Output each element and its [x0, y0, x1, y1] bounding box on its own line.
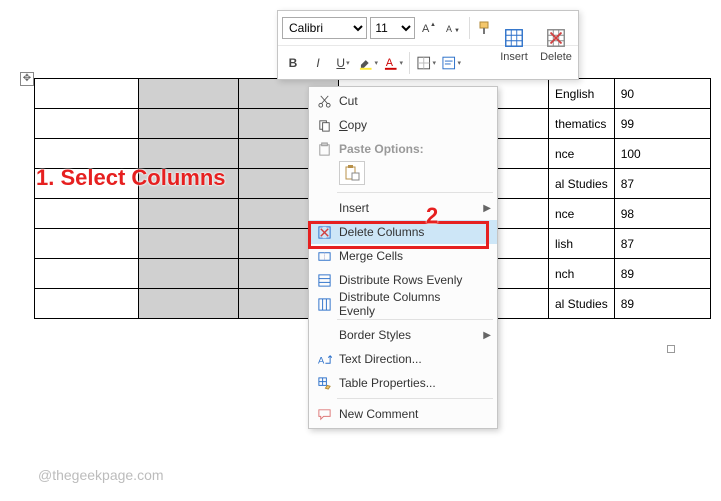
- cell-selected[interactable]: [139, 79, 239, 109]
- delete-columns-icon: [315, 223, 333, 241]
- svg-text:A: A: [446, 24, 452, 34]
- menu-delete-columns[interactable]: Delete Columns: [309, 220, 497, 244]
- cut-icon: [315, 92, 333, 110]
- submenu-arrow-icon: ▶: [483, 203, 491, 214]
- paste-keep-source-button[interactable]: [339, 161, 365, 185]
- menu-insert[interactable]: Insert ▶: [309, 196, 497, 220]
- table-move-handle[interactable]: ✥: [20, 72, 34, 86]
- cell[interactable]: English: [549, 79, 615, 109]
- menu-merge-cells[interactable]: Merge Cells: [309, 244, 497, 268]
- font-color-button[interactable]: A▾: [382, 52, 404, 74]
- copy-icon: [315, 116, 333, 134]
- insert-table-icon: [503, 27, 525, 49]
- context-menu: Cut Copy Paste Options: Insert ▶ Delete …: [308, 86, 498, 429]
- alignment-button[interactable]: ▾: [440, 52, 462, 74]
- grow-font-button[interactable]: A▲: [418, 17, 439, 39]
- menu-cut[interactable]: Cut: [309, 89, 497, 113]
- comment-icon: [315, 405, 333, 423]
- text-direction-icon: A: [315, 350, 333, 368]
- insert-button[interactable]: Insert: [494, 13, 534, 77]
- svg-text:A: A: [386, 56, 394, 68]
- cell[interactable]: 90: [614, 79, 710, 109]
- table-properties-icon: [315, 374, 333, 392]
- highlight-button[interactable]: ▾: [357, 52, 379, 74]
- delete-button[interactable]: Delete: [536, 13, 576, 77]
- mini-toolbar: Calibri 11 A▲ A▼ B I U▾ ▾: [277, 10, 579, 80]
- paste-icon: [315, 140, 333, 158]
- svg-text:▲: ▲: [430, 22, 436, 28]
- svg-text:▼: ▼: [454, 28, 460, 34]
- menu-text-direction[interactable]: A Text Direction...: [309, 347, 497, 371]
- watermark-text: @thegeekpage.com: [38, 467, 164, 483]
- bold-button[interactable]: B: [282, 52, 304, 74]
- delete-label: Delete: [540, 51, 572, 63]
- menu-border-styles[interactable]: Border Styles ▶: [309, 323, 497, 347]
- menu-distribute-rows[interactable]: Distribute Rows Evenly: [309, 268, 497, 292]
- menu-table-properties[interactable]: Table Properties...: [309, 371, 497, 395]
- svg-text:A: A: [422, 23, 430, 35]
- menu-new-comment[interactable]: New Comment: [309, 402, 497, 426]
- merge-cells-icon: [315, 247, 333, 265]
- delete-table-icon: [545, 27, 567, 49]
- annotation-step1: 1. Select Columns: [36, 165, 226, 191]
- insert-label: Insert: [500, 51, 528, 63]
- font-name-select[interactable]: Calibri: [282, 17, 367, 39]
- paste-options-row: [309, 161, 497, 189]
- italic-button[interactable]: I: [307, 52, 329, 74]
- table-resize-handle[interactable]: [667, 345, 675, 353]
- menu-distribute-columns[interactable]: Distribute Columns Evenly: [309, 292, 497, 316]
- format-painter-button[interactable]: [475, 17, 496, 39]
- svg-text:A: A: [317, 355, 324, 365]
- annotation-step2: 2: [426, 203, 438, 229]
- borders-button[interactable]: ▾: [415, 52, 437, 74]
- distribute-columns-icon: [315, 295, 333, 313]
- submenu-arrow-icon: ▶: [483, 330, 491, 341]
- menu-paste-options-label: Paste Options:: [309, 137, 497, 161]
- font-size-select[interactable]: 11: [370, 17, 415, 39]
- underline-button[interactable]: U▾: [332, 52, 354, 74]
- cell[interactable]: [35, 79, 139, 109]
- distribute-rows-icon: [315, 271, 333, 289]
- shrink-font-button[interactable]: A▼: [442, 17, 463, 39]
- menu-copy[interactable]: Copy: [309, 113, 497, 137]
